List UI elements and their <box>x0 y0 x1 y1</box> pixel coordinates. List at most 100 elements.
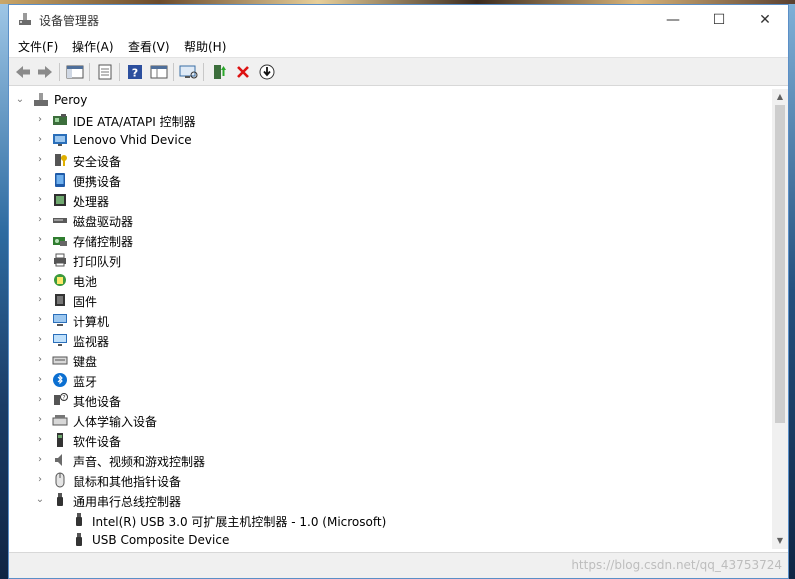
chevron-right-icon[interactable]: › <box>35 153 45 167</box>
chevron-right-icon[interactable]: › <box>35 253 45 267</box>
chevron-right-icon[interactable]: › <box>35 293 45 307</box>
forward-arrow-icon[interactable] <box>35 62 55 82</box>
chevron-right-icon[interactable]: › <box>35 473 45 487</box>
chevron-right-icon[interactable]: › <box>35 273 45 287</box>
svg-text:?: ? <box>62 395 65 402</box>
processor-icon <box>54 194 66 206</box>
uninstall-device-icon[interactable] <box>233 62 253 82</box>
download-icon[interactable] <box>257 62 277 82</box>
scroll-down-arrow[interactable]: ▼ <box>772 534 788 548</box>
view-icon[interactable] <box>149 62 169 82</box>
tree-category-row[interactable]: › 固件 <box>11 290 770 310</box>
menu-action[interactable]: 操作(A) <box>72 38 114 55</box>
tree-category-row[interactable]: › IDE ATA/ATAPI 控制器 <box>11 110 770 130</box>
status-bar: https://blog.csdn.net/qq_43753724 <box>9 552 788 578</box>
tree-category-label: 通用串行总线控制器 <box>73 495 182 509</box>
security-device-icon <box>55 154 67 166</box>
tree-category-label: 声音、视频和游戏控制器 <box>73 455 206 469</box>
chevron-right-icon[interactable]: › <box>35 213 45 227</box>
chevron-right-icon[interactable]: › <box>35 353 45 367</box>
chevron-right-icon[interactable]: › <box>35 173 45 187</box>
tree-category-row[interactable]: › 计算机 <box>11 310 770 330</box>
computer-icon <box>53 314 67 326</box>
tree-category-row[interactable]: › 监视器 <box>11 330 770 350</box>
scan-hardware-icon[interactable] <box>179 62 199 82</box>
chevron-right-icon[interactable]: › <box>35 373 45 387</box>
chevron-down-icon[interactable]: ⌄ <box>15 93 25 107</box>
tree-category-label: 软件设备 <box>73 435 122 449</box>
tree-category-label: IDE ATA/ATAPI 控制器 <box>73 115 196 129</box>
toolbar: ? <box>9 57 788 86</box>
chevron-right-icon[interactable]: › <box>35 233 45 247</box>
scroll-up-arrow[interactable]: ▲ <box>772 90 788 104</box>
vertical-scrollbar[interactable]: ▲ ▼ <box>772 89 788 549</box>
chevron-right-icon[interactable]: › <box>35 193 45 207</box>
desktop-background-left <box>0 4 8 579</box>
tree-category-label: 打印队列 <box>73 255 122 269</box>
tree-category-label: 计算机 <box>73 315 110 329</box>
tree-category-row[interactable]: › 人体学输入设备 <box>11 410 770 430</box>
tree-category-label: 磁盘驱动器 <box>73 215 134 229</box>
menu-file[interactable]: 文件(F) <box>18 38 58 55</box>
tree-category-label: 鼠标和其他指针设备 <box>73 475 182 489</box>
back-arrow-icon[interactable] <box>13 62 33 82</box>
maximize-button[interactable]: ☐ <box>696 5 742 35</box>
update-driver-icon[interactable] <box>209 62 229 82</box>
bluetooth-icon <box>53 373 67 387</box>
tree-device-row[interactable]: USB Composite Device <box>11 530 770 549</box>
storage-controller-icon <box>53 237 67 246</box>
tree-root[interactable]: ⌄ Peroy <box>11 90 770 110</box>
chevron-right-icon[interactable]: › <box>35 433 45 447</box>
chevron-right-icon[interactable]: › <box>35 413 45 427</box>
tree-category-row[interactable]: › 打印队列 <box>11 250 770 270</box>
chevron-right-icon[interactable]: › <box>35 133 45 147</box>
menu-view[interactable]: 查看(V) <box>128 38 170 55</box>
tree-category-row[interactable]: ›? 其他设备 <box>11 390 770 410</box>
tree-root-label: Peroy <box>54 93 88 107</box>
printer-icon <box>54 253 66 267</box>
software-device-icon <box>57 433 63 447</box>
usb-icon <box>57 493 63 506</box>
chevron-right-icon[interactable]: › <box>35 393 45 407</box>
tree-category-row[interactable]: › Lenovo Vhid Device <box>11 130 770 150</box>
chevron-right-icon[interactable]: › <box>35 453 45 467</box>
device-manager-window: 设备管理器 — ☐ ✕ 文件(F) 操作(A) 查看(V) 帮助(H) ? ⌄ … <box>8 4 789 579</box>
tree-category-row[interactable]: ⌄ 通用串行总线控制器 <box>11 490 770 510</box>
properties-icon[interactable] <box>95 62 115 82</box>
hid-device-icon <box>53 134 67 146</box>
tree-category-row[interactable]: › 鼠标和其他指针设备 <box>11 470 770 490</box>
chevron-right-icon[interactable]: › <box>35 313 45 327</box>
tree-category-row[interactable]: › 磁盘驱动器 <box>11 210 770 230</box>
tree-category-label: 固件 <box>73 295 98 309</box>
tree-category-row[interactable]: › 安全设备 <box>11 150 770 170</box>
chevron-right-icon[interactable]: › <box>35 113 45 127</box>
console-tree-icon[interactable] <box>65 62 85 82</box>
tree-category-row[interactable]: › 便携设备 <box>11 170 770 190</box>
tree-device-row[interactable]: Intel(R) USB 3.0 可扩展主机控制器 - 1.0 (Microso… <box>11 510 770 530</box>
tree-category-row[interactable]: › 处理器 <box>11 190 770 210</box>
toolbar-separator <box>59 63 60 81</box>
help-icon[interactable]: ? <box>125 62 145 82</box>
tree-category-row[interactable]: › 键盘 <box>11 350 770 370</box>
tree-category-row[interactable]: › 软件设备 <box>11 430 770 450</box>
title-bar[interactable]: 设备管理器 — ☐ ✕ <box>9 5 788 35</box>
chevron-down-icon[interactable]: ⌄ <box>35 493 45 507</box>
chevron-right-icon[interactable]: › <box>35 333 45 347</box>
firmware-icon <box>55 294 65 306</box>
speaker-icon <box>55 454 62 466</box>
tree-category-label: 人体学输入设备 <box>73 415 158 429</box>
tree-category-label: 其他设备 <box>73 395 122 409</box>
tree-category-label: 便携设备 <box>73 175 122 189</box>
tree-category-row[interactable]: › 声音、视频和游戏控制器 <box>11 450 770 470</box>
tree-category-row[interactable]: › 存储控制器 <box>11 230 770 250</box>
scrollbar-thumb[interactable] <box>775 105 785 423</box>
tree-category-row[interactable]: › 电池 <box>11 270 770 290</box>
tree-category-label: 蓝牙 <box>73 375 98 389</box>
menu-help[interactable]: 帮助(H) <box>184 38 226 55</box>
device-manager-app-icon <box>19 13 31 25</box>
minimize-button[interactable]: — <box>650 5 696 35</box>
tree-category-row[interactable]: › 蓝牙 <box>11 370 770 390</box>
close-button[interactable]: ✕ <box>742 5 788 35</box>
watermark-text: https://blog.csdn.net/qq_43753724 <box>571 558 782 572</box>
battery-icon <box>54 274 66 286</box>
